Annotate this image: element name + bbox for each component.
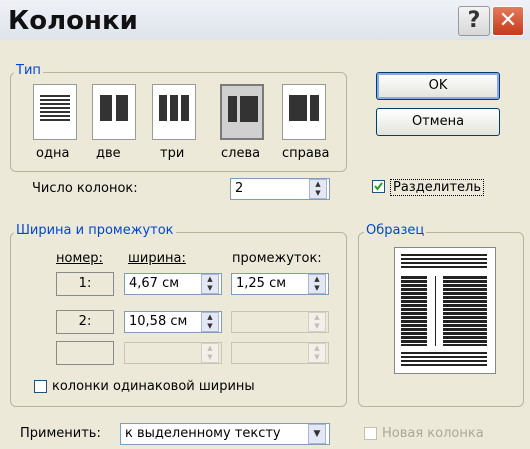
- type-left-label: слева: [221, 146, 261, 161]
- header-spacing: промежуток:: [232, 251, 322, 266]
- type-two-button[interactable]: [92, 84, 136, 140]
- row-1-number: 1:: [56, 272, 114, 296]
- type-one-label: одна: [36, 146, 70, 161]
- equal-width-label: колонки одинаковой ширины: [52, 379, 255, 394]
- num-columns-label: Число колонок:: [32, 181, 138, 196]
- row-1-spacing-spinner[interactable]: ▲ ▼: [308, 274, 326, 294]
- preview-image: [394, 247, 496, 374]
- apply-label: Применить:: [20, 426, 101, 441]
- row-3-number: [56, 341, 114, 365]
- help-icon[interactable]: ?: [458, 6, 490, 36]
- apply-select[interactable]: к выделенному тексту: [120, 423, 330, 445]
- row-1-width-spinner[interactable]: ▲ ▼: [201, 274, 219, 294]
- ok-button[interactable]: OK: [376, 72, 500, 100]
- type-three-label: три: [160, 146, 185, 161]
- header-number: номер:: [56, 251, 103, 266]
- type-right-button[interactable]: [282, 84, 326, 140]
- left-column-icon: [228, 96, 258, 122]
- title-bar: Колонки ? ✕: [0, 0, 530, 40]
- three-columns-icon: [159, 95, 189, 121]
- row-3-width-spinner: ▲ ▼: [201, 343, 219, 363]
- type-group-label: Тип: [14, 63, 43, 78]
- new-column-checkbox: [364, 427, 377, 440]
- preview-page-icon: [401, 254, 487, 366]
- equal-width-checkbox[interactable]: [34, 380, 47, 393]
- num-columns-spinner[interactable]: ▲ ▼: [309, 179, 327, 199]
- cancel-button[interactable]: Отмена: [376, 108, 500, 136]
- two-columns-icon: [100, 95, 128, 121]
- header-width: ширина:: [128, 251, 186, 266]
- row-2-spacing-spinner: ▲ ▼: [308, 312, 326, 332]
- type-one-button[interactable]: [33, 84, 77, 140]
- type-right-label: справа: [282, 146, 330, 161]
- new-column-label: Новая колонка: [382, 426, 484, 441]
- preview-label: Образец: [364, 223, 427, 238]
- close-icon[interactable]: ✕: [492, 6, 524, 36]
- type-two-label: две: [96, 146, 121, 161]
- dialog-title: Колонки: [8, 6, 138, 36]
- width-spacing-label: Ширина и промежуток: [14, 223, 176, 238]
- row-2-width-spinner[interactable]: ▲ ▼: [201, 312, 219, 332]
- right-column-icon: [289, 95, 319, 121]
- row-2-number: 2:: [56, 310, 114, 334]
- chevron-down-icon[interactable]: ▼: [308, 424, 326, 444]
- separator-label: Разделитель: [390, 179, 485, 196]
- separator-checkbox[interactable]: [372, 180, 385, 193]
- type-three-button[interactable]: [152, 84, 196, 140]
- row-3-spacing-spinner: ▲ ▼: [308, 343, 326, 363]
- type-left-button[interactable]: [220, 84, 264, 140]
- checkmark-icon: [374, 182, 383, 191]
- one-column-icon: [40, 95, 70, 121]
